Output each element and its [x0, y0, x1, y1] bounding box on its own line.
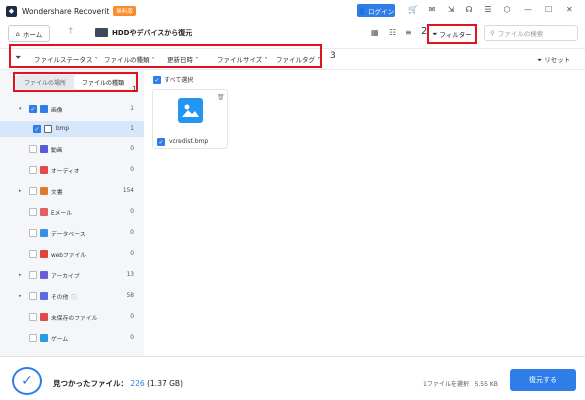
location-path: HDDやデバイスから復元: [112, 29, 193, 37]
checkbox[interactable]: [29, 229, 37, 237]
maximize-icon[interactable]: ☐: [545, 5, 552, 14]
drive-icon: [95, 28, 108, 37]
annotation-mark-3: 3: [330, 51, 336, 61]
close-icon[interactable]: ✕: [566, 5, 573, 14]
sidebar-item-email[interactable]: Eメール 0: [0, 204, 144, 220]
annotation-mark-1: 1: [132, 85, 137, 93]
sidebar-item-documents[interactable]: ▸ 文書 154: [0, 183, 144, 199]
title-bar: ◆ Wondershare Recoverit 無料版: [0, 0, 585, 22]
login-button[interactable]: 👤 ログイン: [357, 4, 395, 17]
annotation-box-1: [13, 72, 138, 92]
list-view-icon[interactable]: ≡: [405, 28, 412, 37]
sidebar-item-database[interactable]: データベース 0: [0, 225, 144, 241]
email-icon: [40, 208, 48, 216]
help-icon[interactable]: ⓘ: [71, 292, 77, 301]
user-icon: 👤: [357, 6, 367, 15]
checkbox[interactable]: [29, 250, 37, 258]
image-icon: [40, 105, 48, 113]
filter-file-status[interactable]: ファイルステータス ˅: [34, 54, 98, 64]
sidebar-item-web-files[interactable]: webファイル 0: [0, 246, 144, 262]
check-circle-icon: ✓: [12, 367, 42, 395]
file-card[interactable]: 🗑 ✓ vcredist.bmp: [152, 89, 228, 149]
document-icon: [40, 187, 48, 195]
search-icon: ⚲: [490, 29, 495, 37]
sidebar-item-unsaved-files[interactable]: 未保存のファイル 0: [0, 309, 144, 325]
checkbox[interactable]: [29, 208, 37, 216]
mail-icon[interactable]: ✉: [427, 5, 437, 15]
expand-icon[interactable]: ▾: [19, 106, 22, 112]
checkbox[interactable]: ✓: [33, 125, 41, 133]
filter-file-size[interactable]: ファイルサイズ ˅: [217, 54, 268, 64]
sidebar-item-images[interactable]: ▾ ✓ 画像 1: [0, 101, 144, 117]
filter-button[interactable]: ⏷ フィルター: [427, 24, 477, 44]
up-arrow-icon[interactable]: ↑: [67, 27, 75, 37]
sidebar-item-archives[interactable]: ▸ アーカイブ 13: [0, 267, 144, 283]
checkbox[interactable]: [29, 166, 37, 174]
sidebar-item-other[interactable]: ▸ その他 ⓘ 58: [0, 288, 144, 304]
sidebar-item-audio[interactable]: オーディオ 0: [0, 162, 144, 178]
found-files-summary: 見つかったファイル： 226 (1.37 GB): [53, 379, 184, 388]
filter-file-tag[interactable]: ファイルタグ ˅: [276, 54, 320, 64]
filter-file-type[interactable]: ファイルの種類 ˅: [104, 54, 155, 64]
app-title: Wondershare Recoverit: [22, 6, 110, 16]
search-input[interactable]: ⚲ ファイルの検索: [484, 25, 578, 41]
expand-icon[interactable]: ▸: [19, 293, 22, 299]
sidebar-item-video[interactable]: 動画 0: [0, 141, 144, 157]
sidebar-item-bmp[interactable]: ✓ bmp 1: [0, 121, 144, 137]
other-icon: [40, 292, 48, 300]
home-button[interactable]: ⌂ ホーム: [8, 25, 50, 42]
nav-bar: ⌂ ホーム ↑ HDDやデバイスから復元 ▦ ☷ ≡ 2 ⏷ フィルター ⚲ ファイル…: [0, 22, 585, 46]
export-icon[interactable]: ⇲: [446, 5, 456, 15]
checkbox[interactable]: [29, 187, 37, 195]
unsaved-file-icon: [40, 313, 48, 321]
archive-icon: [40, 271, 48, 279]
file-name: vcredist.bmp: [169, 138, 209, 145]
headset-icon[interactable]: ☊: [464, 5, 474, 15]
home-icon: ⌂: [15, 29, 20, 38]
checkbox[interactable]: [29, 313, 37, 321]
recover-button[interactable]: 復元する: [510, 369, 576, 391]
image-thumbnail-icon: [178, 98, 203, 123]
select-all[interactable]: ✓ すべて選択: [153, 75, 193, 84]
funnel-icon: ⏷: [432, 29, 438, 38]
selection-info: 1ファイルを選択 5.55 KB: [423, 381, 498, 388]
game-icon: [40, 334, 48, 342]
settings-icon[interactable]: ⬡: [502, 5, 512, 15]
filter-modified-date[interactable]: 更新日時 ˅: [167, 54, 198, 64]
file-checkbox[interactable]: ✓: [157, 138, 165, 146]
checkbox[interactable]: [29, 334, 37, 342]
sidebar-item-games[interactable]: ゲーム 0: [0, 330, 144, 346]
checkbox[interactable]: [29, 292, 37, 300]
trash-icon[interactable]: 🗑: [217, 94, 225, 101]
app-logo-icon: ◆: [6, 5, 17, 17]
checkbox[interactable]: ✓: [29, 105, 37, 113]
video-icon: [40, 145, 48, 153]
detail-view-icon[interactable]: ☷: [389, 28, 396, 37]
database-icon: [40, 229, 48, 237]
checkbox[interactable]: [29, 271, 37, 279]
cart-icon[interactable]: 🛒: [408, 5, 418, 15]
filter-funnel-icon: ⏷: [15, 53, 22, 62]
expand-icon[interactable]: ▸: [19, 272, 22, 278]
select-all-checkbox[interactable]: ✓: [153, 75, 161, 84]
grid-view-icon[interactable]: ▦: [371, 28, 379, 37]
web-file-icon: [40, 250, 48, 258]
free-version-badge: 無料版: [113, 6, 136, 16]
expand-icon[interactable]: ▸: [19, 188, 22, 194]
menu-icon[interactable]: ☰: [483, 5, 493, 15]
reset-button[interactable]: ⏷ リセット: [537, 54, 570, 65]
minimize-icon[interactable]: —: [524, 5, 532, 14]
audio-icon: [40, 166, 48, 174]
folder-icon: [44, 125, 52, 133]
checkbox[interactable]: [29, 145, 37, 153]
